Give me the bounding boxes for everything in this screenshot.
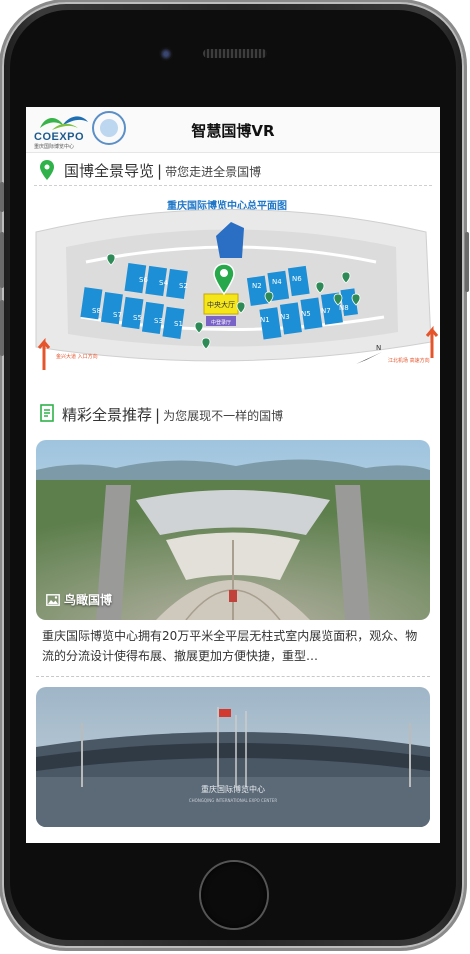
section-subtitle: 带您走进全景国博 [165,165,262,179]
hall-label-s2: S2 [179,282,188,290]
central-hall-label: 中央大厅 [207,300,235,309]
hall-label-n4: N4 [272,278,282,286]
panorama-card-image[interactable]: 鸟瞰国博 [36,440,430,620]
card-badge-label: 鸟瞰国博 [64,593,113,607]
location-pin-icon [40,160,54,180]
building-sign-en: CHONGQING INTERNATIONAL EXPO CENTER [189,798,277,803]
central-hall-sublabel: 中登录厅 [211,319,231,326]
venue-map-svg[interactable]: 重庆国际博览中心总平面图 S6 S4 S2 S8 S7 S5 S3 S1 N2 … [26,192,440,382]
hall-label-s7: S7 [113,311,122,319]
image-icon [46,593,60,606]
svg-text:N: N [376,344,381,352]
speaker-grille [203,49,267,58]
hall-label-n6: N6 [292,275,302,283]
building-sign: 重庆国际博览中心 [201,784,265,794]
section-heading: 精彩全景推荐 [62,406,153,424]
panorama-card[interactable]: 鸟瞰国博 重庆国际博览中心拥有20万平米全平层无柱式室内展览面积，观众、物流的分… [36,440,430,677]
hall-label-n5: N5 [301,310,311,318]
home-button[interactable] [201,862,267,928]
panorama-card-2[interactable]: 重庆国际博览中心 CHONGQING INTERNATIONAL EXPO CE… [36,687,430,827]
hall-label-s1: S1 [174,320,183,328]
hall-label-s5: S5 [133,314,142,322]
document-icon [40,404,54,422]
section-separator: | [157,162,163,180]
section-separator: | [155,406,161,424]
hall-label-n2: N2 [252,282,262,290]
volume-down-button [0,300,4,356]
building-facade-image: 重庆国际博览中心 CHONGQING INTERNATIONAL EXPO CE… [36,687,430,827]
page-title: 智慧国博VR [191,122,275,140]
hall-label-s3: S3 [154,317,163,325]
hall-label-s6: S6 [139,276,148,284]
hall-label-s4: S4 [159,279,168,287]
hall-label-n7: N7 [321,307,331,315]
hall-label-n8: N8 [339,304,349,312]
venue-map[interactable]: 重庆国际博览中心总平面图 S6 S4 S2 S8 S7 S5 S3 S1 N2 … [26,192,440,382]
section-panorama-guide: 国博全景导览 | 带您走进全景国博 [34,153,432,186]
volume-up-button [0,232,4,288]
card-badge: 鸟瞰国博 [46,591,112,608]
app-header: COEXPO 重庆国际博览中心 智慧国博VR [26,107,440,153]
entrance-label-left: 金兴大道 入口方向 [56,353,98,360]
hall-label-n1: N1 [260,316,270,324]
section-heading: 国博全景导览 [64,162,155,180]
section-subtitle: 为您展现不一样的国博 [163,409,284,423]
brand-subtitle: 重庆国际博览中心 [34,144,75,150]
camera-icon [159,47,173,61]
entrance-label-right: 江北机场 高速方向 [388,357,430,364]
power-button [465,232,469,292]
card-description: 重庆国际博览中心拥有20万平米全平层无柱式室内展览面积，观众、物流的分流设计使得… [42,629,418,663]
mute-switch [0,182,4,212]
app-screen: COEXPO 重庆国际博览中心 智慧国博VR 国博全景导览 | 带您走进全景国博 重… [26,107,440,843]
hall-label-s8: S8 [92,307,101,315]
section-recommendations: 精彩全景推荐 | 为您展现不一样的国博 [34,396,432,440]
hall-label-n3: N3 [280,313,290,321]
